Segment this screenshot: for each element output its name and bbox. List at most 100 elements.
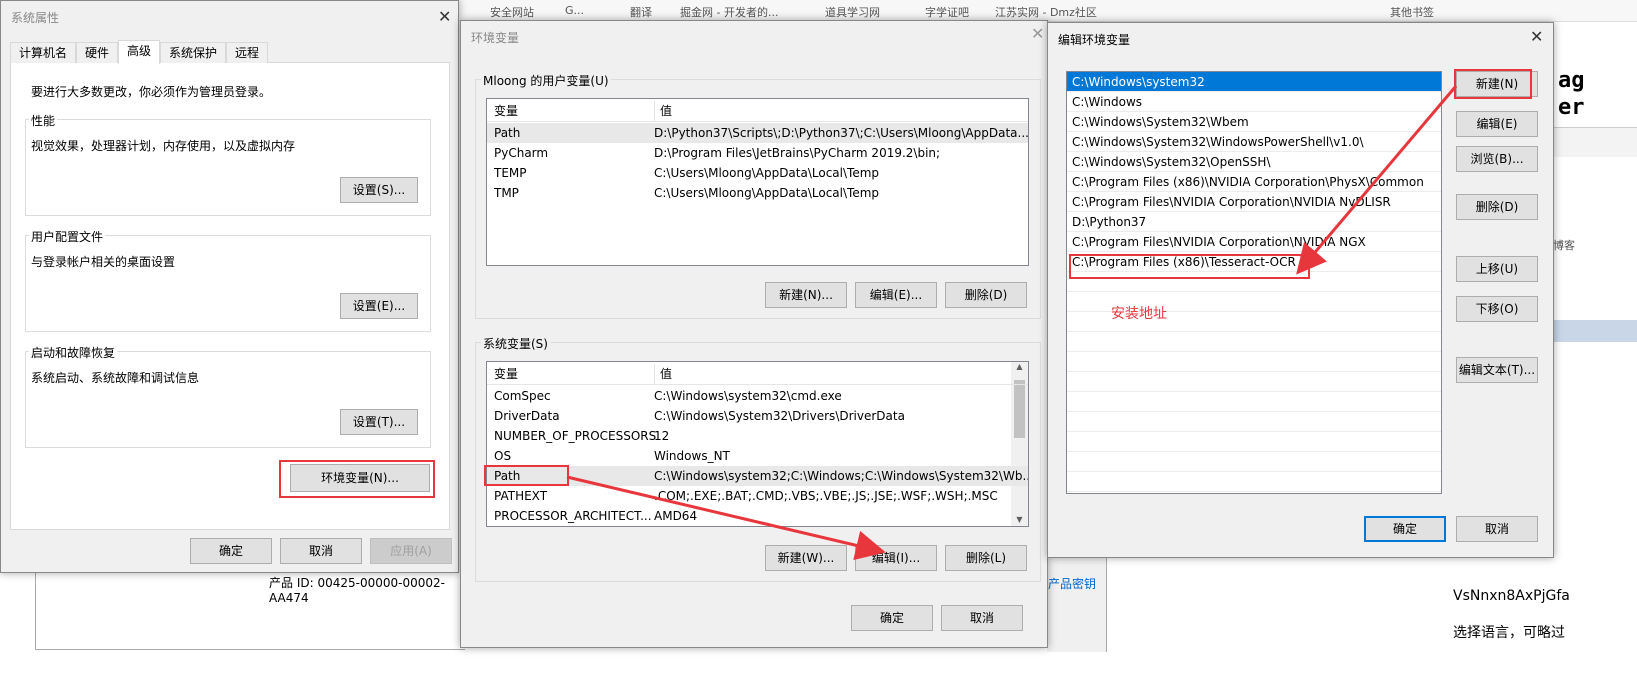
cancel-button[interactable]: 取消	[1456, 516, 1538, 542]
list-item[interactable]: C:\Windows	[1067, 92, 1441, 112]
variable-name: PROCESSOR_ARCHITECT...	[494, 509, 652, 523]
variable-value: .COM;.EXE;.BAT;.CMD;.VBS;.VBE;.JS;.JSE;.…	[654, 489, 998, 503]
column-header-variable[interactable]: 变量	[494, 101, 518, 121]
user_buttons-button-0[interactable]: 新建(N)...	[765, 282, 847, 308]
variable-value: C:\Users\Mloong\AppData\Local\Temp	[654, 186, 880, 200]
list-item[interactable]: C:\Windows\System32\Wbem	[1067, 112, 1441, 132]
product-key-link[interactable]: 产品密钥	[1048, 575, 1096, 592]
variable-name: TMP	[494, 186, 519, 200]
ok-button[interactable]: 确定	[1364, 516, 1446, 542]
annotation-label: 安装地址	[1111, 306, 1167, 322]
table-row[interactable]: PROCESSOR_ARCHITECT... AMD64	[487, 506, 1028, 526]
browser-bookmark-bar: 安全网站 G... 翻译 掘金网 - 开发者的... 道具学习网 字学证吧 江苏…	[455, 0, 1637, 22]
path-entry: C:\Windows\system32	[1072, 75, 1205, 89]
tab-1[interactable]: 硬件	[76, 42, 118, 63]
sys_buttons-button-0[interactable]: 新建(W)...	[765, 545, 847, 571]
bookmark[interactable]: 其他书签	[1390, 4, 1434, 20]
page-text: 选择语言，可略过	[1453, 625, 1565, 641]
bookmark[interactable]: 字学证吧	[925, 4, 969, 20]
path-entry: C:\Windows	[1072, 95, 1143, 109]
group-description: 系统启动、系统故障和调试信息	[31, 371, 200, 385]
table-row[interactable]: PyCharm D:\Program Files\JetBrains\PyChar…	[487, 143, 1028, 163]
code-text: ag	[1558, 68, 1585, 93]
user-variables-list[interactable]: 变量 值 Path D:\Python37\Scripts\;D:\Python37\…	[486, 98, 1029, 266]
list-item[interactable]: C:\Program Files\NVIDIA Corporation\NVID…	[1067, 232, 1441, 252]
highlight-box	[1069, 254, 1310, 279]
list-item[interactable]: C:\Program Files (x86)\NVIDIA Corporatio…	[1067, 172, 1441, 192]
sys_buttons-button-1[interactable]: 编辑(I)...	[855, 545, 937, 571]
path-entry: C:\Windows\System32\Wbem	[1072, 115, 1249, 129]
edit-button-1[interactable]: 编辑(E)	[1456, 111, 1538, 137]
variable-value: C:\Windows\system32\cmd.exe	[654, 389, 842, 403]
list-header: 变量 值	[487, 100, 1028, 122]
table-row[interactable]: Path D:\Python37\Scripts\;D:\Python37\;C:…	[487, 123, 1028, 143]
user_buttons-button-2[interactable]: 删除(D)	[945, 282, 1027, 308]
path-entry: C:\Program Files\NVIDIA Corporation\NVID…	[1072, 195, 1391, 209]
bookmark[interactable]: 翻译	[630, 4, 652, 20]
edit-button-4[interactable]: 上移(U)	[1456, 256, 1538, 282]
cancel-button[interactable]: 取消	[280, 538, 362, 564]
list-item[interactable]: C:\Windows\System32\WindowsPowerShell\v1…	[1067, 132, 1441, 152]
tab-3[interactable]: 系统保护	[160, 42, 226, 63]
table-row[interactable]: DriverData C:\Windows\System32\Drivers\Dr…	[487, 406, 1028, 426]
variable-value: C:\Windows\System32\Drivers\DriverData	[654, 409, 905, 423]
edit-button-2[interactable]: 浏览(B)...	[1456, 146, 1538, 172]
list-item	[1067, 432, 1441, 452]
apply-button[interactable]: 应用(A)	[370, 538, 452, 564]
ok-button[interactable]: 确定	[190, 538, 272, 564]
highlight-box	[279, 460, 435, 498]
tab-0[interactable]: 计算机名	[10, 42, 76, 63]
variable-value: 12	[654, 429, 670, 443]
variable-value: D:\Python37\Scripts\;D:\Python37\;C:\Use…	[654, 126, 1029, 140]
close-icon[interactable]: ✕	[1530, 29, 1543, 45]
list-item	[1067, 412, 1441, 432]
list-item[interactable]: D:\Python37	[1067, 212, 1441, 232]
background-page: ag er g 博客	[1553, 22, 1637, 562]
variable-name: ComSpec	[494, 389, 551, 403]
edit-button-6[interactable]: 编辑文本(T)...	[1456, 357, 1538, 383]
settings-button[interactable]: 设置(E)...	[340, 293, 418, 319]
edit-environment-variable-dialog: 编辑环境变量 ✕ C:\Windows\system32 C:\Windows C:…	[1047, 22, 1554, 558]
table-row[interactable]: PATHEXT .COM;.EXE;.BAT;.CMD;.VBS;.VBE;.JS…	[487, 486, 1028, 506]
admin-note: 要进行大多数更改，你必须作为管理员登录。	[31, 85, 272, 99]
edit-button-5[interactable]: 下移(O)	[1456, 296, 1538, 322]
list-item[interactable]: C:\Windows\System32\OpenSSH\	[1067, 152, 1441, 172]
table-row[interactable]: ComSpec C:\Windows\system32\cmd.exe	[487, 386, 1028, 406]
table-row[interactable]: NUMBER_OF_PROCESSORS 12	[487, 426, 1028, 446]
table-row[interactable]: TEMP C:\Users\Mloong\AppData\Local\Temp	[487, 163, 1028, 183]
variable-name: Path	[494, 126, 521, 140]
close-icon[interactable]: ✕	[1031, 26, 1044, 42]
list-item	[1067, 372, 1441, 392]
sys_buttons-button-2[interactable]: 删除(L)	[945, 545, 1027, 571]
variable-name: TEMP	[494, 166, 527, 180]
path-entry: C:\Program Files (x86)\NVIDIA Corporatio…	[1072, 175, 1424, 189]
tab-4[interactable]: 远程	[226, 42, 268, 63]
table-row[interactable]: TMP C:\Users\Mloong\AppData\Local\Temp	[487, 183, 1028, 203]
settings-button[interactable]: 设置(S)...	[340, 177, 418, 203]
tab-2[interactable]: 高级	[118, 40, 160, 64]
settings-button[interactable]: 设置(T)...	[340, 409, 418, 435]
system-variables-list[interactable]: ▲ ▼ 变量值 ComSpec C:\Windows\system32\cmd.ex…	[486, 361, 1029, 527]
column-header-value[interactable]: 值	[654, 101, 672, 121]
close-icon[interactable]: ✕	[438, 9, 451, 25]
ok-button[interactable]: 确定	[851, 605, 933, 631]
dialog-title: 环境变量	[471, 31, 520, 45]
dialog-title: 系统属性	[11, 11, 60, 25]
bookmark[interactable]: 江苏实网 - Dmz社区	[995, 4, 1097, 20]
bookmark[interactable]: G...	[565, 4, 584, 17]
variable-value: Windows_NT	[654, 449, 730, 463]
user_buttons-button-1[interactable]: 编辑(E)...	[855, 282, 937, 308]
edit-button-3[interactable]: 删除(D)	[1456, 194, 1538, 220]
table-row[interactable]: OS Windows_NT	[487, 446, 1028, 466]
bookmark[interactable]: 安全网站	[490, 4, 534, 20]
group-description: 视觉效果，处理器计划，内存使用，以及虚拟内存	[31, 139, 296, 153]
bookmark[interactable]: 道具学习网	[825, 4, 880, 20]
bookmark[interactable]: 掘金网 - 开发者的...	[680, 4, 778, 20]
list-item[interactable]: C:\Windows\system32	[1067, 72, 1441, 92]
column-header-variable[interactable]: 变量	[494, 364, 518, 384]
path-list[interactable]: C:\Windows\system32 C:\Windows C:\Windows\…	[1066, 71, 1442, 494]
list-item[interactable]: C:\Program Files\NVIDIA Corporation\NVID…	[1067, 192, 1441, 212]
highlight-box	[1454, 69, 1532, 99]
column-header-value[interactable]: 值	[654, 364, 672, 384]
cancel-button[interactable]: 取消	[941, 605, 1023, 631]
